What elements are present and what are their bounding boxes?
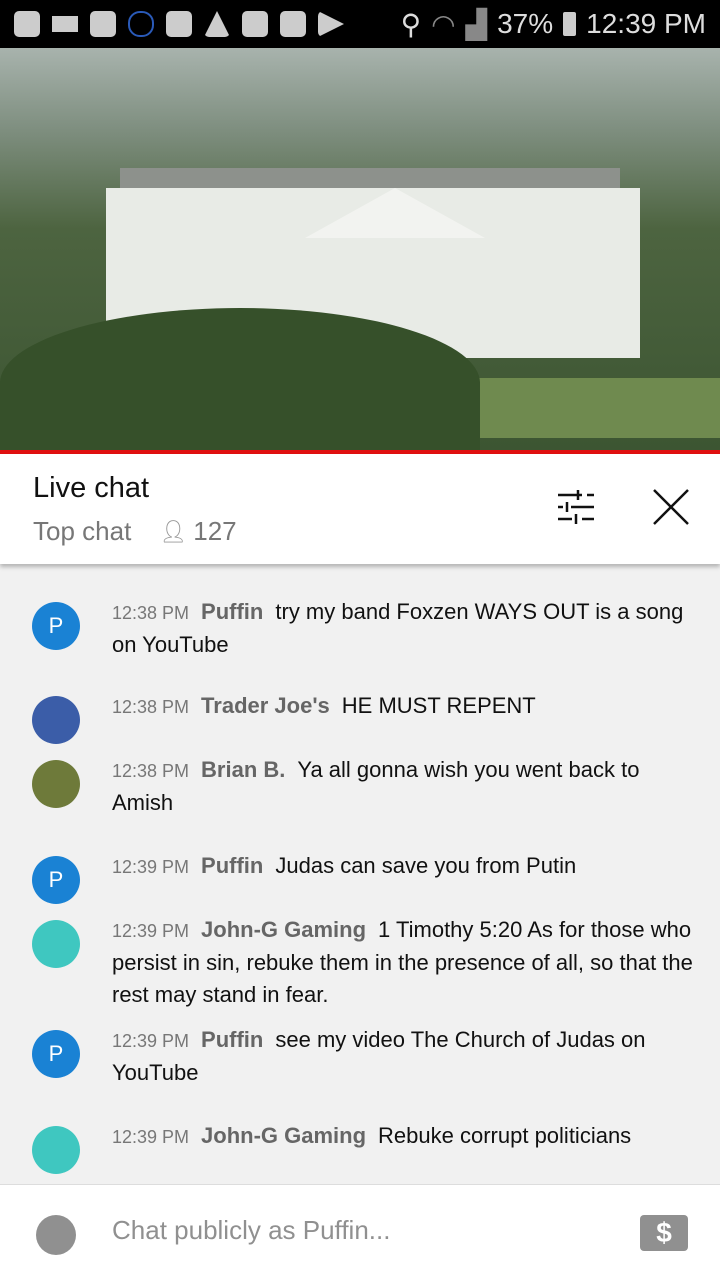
message-body: 12:39 PM John-G Gaming Rebuke corrupt poli… xyxy=(112,1120,696,1153)
chat-mode-selector[interactable]: Top chat 👤︎ 127 xyxy=(33,516,237,547)
message-time: 12:39 PM xyxy=(112,1127,190,1147)
message-body: 12:38 PM Trader Joe's HE MUST REPENT xyxy=(112,690,696,723)
close-icon[interactable] xyxy=(652,488,690,526)
location-icon: ⚲ xyxy=(400,8,422,40)
message-text: Judas can save you from Putin xyxy=(275,853,577,878)
image-icon xyxy=(242,11,268,37)
folder-icon xyxy=(166,11,192,37)
warning-icon xyxy=(204,11,230,37)
message-author[interactable]: Brian B. xyxy=(201,757,285,782)
cloud-icon xyxy=(128,11,154,37)
video-scene-trees xyxy=(0,308,480,450)
chat-mode[interactable]: Top chat xyxy=(33,516,131,547)
avatar[interactable] xyxy=(32,920,80,968)
message-time: 12:38 PM xyxy=(112,603,190,623)
message-time: 12:38 PM xyxy=(112,761,190,781)
message-author[interactable]: Puffin xyxy=(201,599,263,624)
status-bar: ⚲ ◠ ▟ 37% 12:39 PM xyxy=(0,0,720,48)
message-time: 12:39 PM xyxy=(112,1031,190,1051)
message-author[interactable]: John-G Gaming xyxy=(201,917,366,942)
message-body: 12:39 PM Puffin Judas can save you from Pu… xyxy=(112,850,696,883)
message-text: try my band Foxzen WAYS OUT is a song on… xyxy=(112,599,684,657)
message-time: 12:38 PM xyxy=(112,697,190,717)
video-player[interactable] xyxy=(0,48,720,450)
super-chat-icon[interactable]: $ xyxy=(640,1215,688,1251)
message-text: HE MUST REPENT xyxy=(341,693,536,718)
message-time: 12:39 PM xyxy=(112,857,190,877)
message-body: 12:39 PM John-G Gaming 1 Timothy 5:20 As f… xyxy=(112,914,696,1011)
person-icon: 👤︎ xyxy=(159,518,188,544)
message-text: Ya all gonna wish you went back to Amish xyxy=(112,757,640,815)
message-body: 12:38 PM Puffin try my band Foxzen WAYS OU… xyxy=(112,596,696,661)
message-time: 12:39 PM xyxy=(112,921,190,941)
avatar[interactable] xyxy=(32,696,80,744)
message-author[interactable]: Puffin xyxy=(201,853,263,878)
message-text: see my video The Church of Judas on YouT… xyxy=(112,1027,646,1085)
message-author[interactable]: Puffin xyxy=(201,1027,263,1052)
battery-percent: 37% xyxy=(497,8,554,39)
app-icon xyxy=(14,11,40,37)
avatar[interactable]: P xyxy=(32,1030,80,1078)
viewer-count: 127 xyxy=(193,516,237,546)
video-scene-lawn xyxy=(470,378,720,438)
youtube-icon xyxy=(90,11,116,37)
message-body: 12:38 PM Brian B. Ya all gonna wish you we… xyxy=(112,754,696,819)
chat-header: Live chat Top chat 👤︎ 127 xyxy=(0,454,720,564)
wifi-icon: ◠ xyxy=(431,8,456,40)
message-author[interactable]: John-G Gaming xyxy=(201,1123,366,1148)
clock: 12:39 PM xyxy=(586,8,706,39)
avatar[interactable]: P xyxy=(32,856,80,904)
message-author[interactable]: Trader Joe's xyxy=(201,693,330,718)
play-store-icon xyxy=(318,11,344,37)
battery-icon xyxy=(563,12,577,36)
chat-title: Live chat xyxy=(33,472,150,504)
avatar[interactable]: P xyxy=(32,602,80,650)
chat-input[interactable]: Chat publicly as Puffin... xyxy=(112,1215,390,1246)
emoji-icon[interactable] xyxy=(36,1215,76,1255)
avatar[interactable] xyxy=(32,760,80,808)
chat-input-bar: Chat publicly as Puffin... $ xyxy=(0,1184,720,1280)
crown-icon xyxy=(52,16,78,32)
message-body: 12:39 PM Puffin see my video The Church of… xyxy=(112,1024,696,1089)
message-text: 1 Timothy 5:20 As for those who persist … xyxy=(112,917,693,1007)
filter-settings-icon[interactable] xyxy=(556,490,596,524)
message-text: Rebuke corrupt politicians xyxy=(378,1123,632,1148)
signal-icon: ▟ xyxy=(465,8,488,40)
shopping-bag-icon xyxy=(280,11,306,37)
avatar[interactable] xyxy=(32,1126,80,1174)
